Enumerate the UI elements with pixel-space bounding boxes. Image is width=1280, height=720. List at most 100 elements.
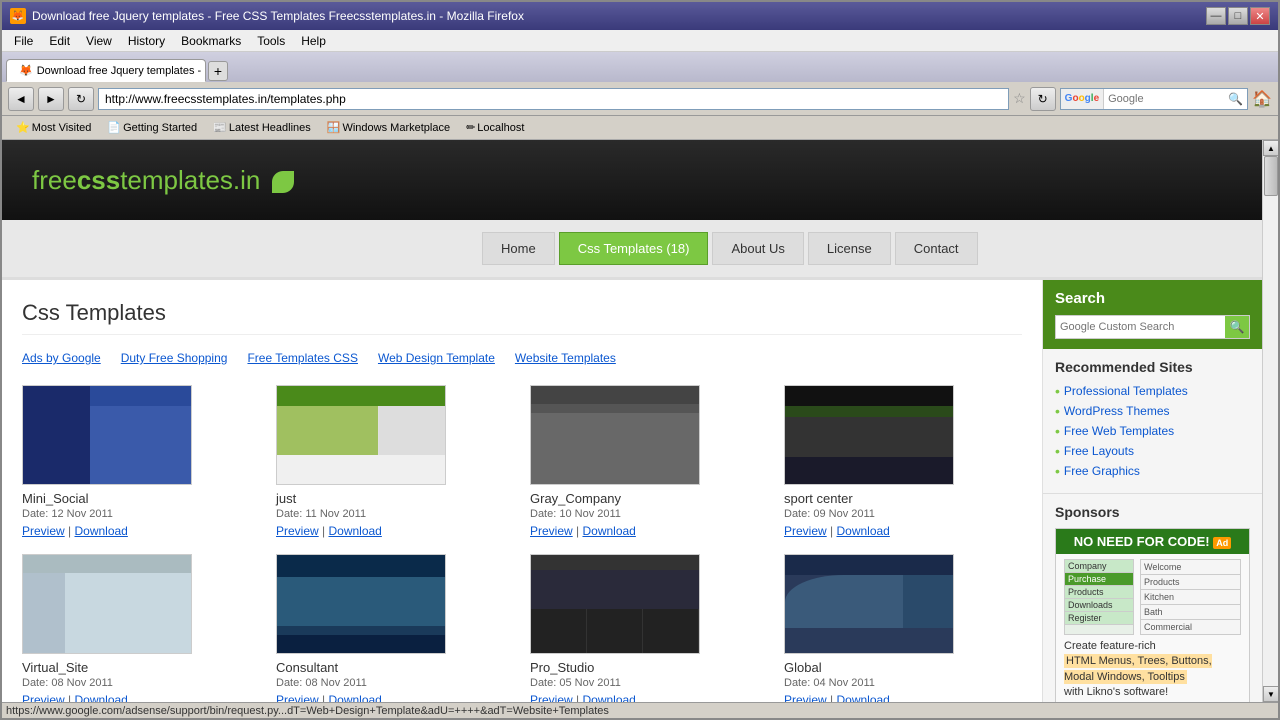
nav-contact[interactable]: Contact <box>895 232 978 265</box>
refresh-button[interactable]: ↻ <box>1030 87 1056 111</box>
download-link-pro-studio[interactable]: Download <box>582 693 635 702</box>
sponsor-menu-products[interactable]: Products <box>1065 586 1133 599</box>
link-professional-templates[interactable]: Professional Templates <box>1064 384 1188 398</box>
sidebar-search-button[interactable]: 🔍 <box>1225 316 1249 338</box>
recommended-sites-list: Professional Templates WordPress Themes … <box>1055 383 1250 479</box>
scrollbar-down-button[interactable]: ▼ <box>1263 686 1279 702</box>
back-button[interactable]: ◄ <box>8 87 34 111</box>
sponsor-menu-purchase[interactable]: Purchase <box>1065 573 1133 586</box>
nav-about[interactable]: About Us <box>712 232 803 265</box>
logo-free: free <box>32 165 77 195</box>
bookmark-latest-headlines-label: Latest Headlines <box>229 122 311 134</box>
scrollbar-up-button[interactable]: ▲ <box>1263 140 1279 156</box>
sponsors-section: Sponsors NO NEED FOR CODE! Ad Company Pu… <box>1043 494 1262 702</box>
link-free-web-templates[interactable]: Free Web Templates <box>1064 424 1174 438</box>
download-link-mini-social[interactable]: Download <box>74 524 127 538</box>
bookmark-latest-headlines[interactable]: 📰 Latest Headlines <box>207 119 317 136</box>
download-link-consultant[interactable]: Download <box>328 693 381 702</box>
link-free-layouts[interactable]: Free Layouts <box>1064 444 1134 458</box>
menu-view[interactable]: View <box>78 32 120 50</box>
template-name-pro-studio: Pro_Studio <box>530 660 768 675</box>
home-button[interactable]: 🏠 <box>1252 89 1272 109</box>
template-date-consultant: Date: 08 Nov 2011 <box>276 677 514 689</box>
menu-history[interactable]: History <box>120 32 173 50</box>
template-date-just: Date: 11 Nov 2011 <box>276 508 514 520</box>
ad-link-free-templates[interactable]: Free Templates CSS <box>247 351 358 365</box>
sponsor-content: Company Purchase Products Downloads Regi… <box>1064 559 1241 635</box>
menu-bar: File Edit View History Bookmarks Tools H… <box>2 30 1278 52</box>
forward-button[interactable]: ► <box>38 87 64 111</box>
submenu-kitchen: Kitchen <box>1141 590 1240 605</box>
download-link-sport-center[interactable]: Download <box>836 524 889 538</box>
search-go-icon[interactable]: 🔍 <box>1224 92 1247 106</box>
bookmark-most-visited[interactable]: ⭐ Most Visited <box>10 119 97 136</box>
maximize-button[interactable]: □ <box>1228 7 1248 25</box>
nav-home[interactable]: Home <box>482 232 555 265</box>
template-links-consultant: Preview | Download <box>276 693 514 702</box>
scrollbar-thumb[interactable] <box>1264 156 1278 196</box>
template-thumb-pro-studio <box>530 554 700 654</box>
template-thumb-consultant <box>276 554 446 654</box>
preview-link-gray-company[interactable]: Preview <box>530 524 573 538</box>
search-engine-badge: Google <box>1061 89 1104 109</box>
sponsor-menu-register[interactable]: Register <box>1065 612 1133 625</box>
sponsor-highlight-text: HTML Menus, Trees, Buttons,Modal Windows… <box>1064 654 1212 683</box>
new-tab-button[interactable]: + <box>208 61 228 81</box>
minimize-button[interactable]: — <box>1206 7 1226 25</box>
bookmark-windows-marketplace-label: Windows Marketplace <box>342 122 450 134</box>
preview-link-mini-social[interactable]: Preview <box>22 524 65 538</box>
sponsor-menu-company[interactable]: Company <box>1065 560 1133 573</box>
menu-bookmarks[interactable]: Bookmarks <box>173 32 249 50</box>
ad-link-web-design[interactable]: Web Design Template <box>378 351 495 365</box>
window-controls[interactable]: — □ ✕ <box>1206 7 1270 25</box>
preview-link-just[interactable]: Preview <box>276 524 319 538</box>
preview-link-pro-studio[interactable]: Preview <box>530 693 573 702</box>
preview-link-global[interactable]: Preview <box>784 693 827 702</box>
bookmark-star-icon[interactable]: ☆ <box>1013 90 1026 107</box>
preview-link-sport-center[interactable]: Preview <box>784 524 827 538</box>
bookmark-most-visited-label: Most Visited <box>32 122 92 134</box>
close-button[interactable]: ✕ <box>1250 7 1270 25</box>
logo-rest: templates.in <box>120 165 260 195</box>
search-input[interactable] <box>1104 91 1224 107</box>
firefox-icon: 🦊 <box>10 8 26 24</box>
download-link-global[interactable]: Download <box>836 693 889 702</box>
link-free-graphics[interactable]: Free Graphics <box>1064 464 1140 478</box>
bookmark-localhost[interactable]: ✏ Localhost <box>460 119 530 136</box>
ad-link-website-templates[interactable]: Website Templates <box>515 351 616 365</box>
template-item-consultant: Consultant Date: 08 Nov 2011 Preview | D… <box>276 554 514 702</box>
menu-tools[interactable]: Tools <box>249 32 293 50</box>
preview-link-consultant[interactable]: Preview <box>276 693 319 702</box>
sidebar-search-input-wrapper: 🔍 <box>1055 315 1250 339</box>
nav-css-templates[interactable]: Css Templates (18) <box>559 232 709 265</box>
nav-license[interactable]: License <box>808 232 891 265</box>
template-date-gray-company: Date: 10 Nov 2011 <box>530 508 768 520</box>
tab-0[interactable]: 🦊 Download free Jquery templates - Free … <box>6 59 206 82</box>
windows-marketplace-icon: 🪟 <box>327 121 341 134</box>
reload-button[interactable]: ↻ <box>68 87 94 111</box>
tab-bar: 🦊 Download free Jquery templates - Free … <box>2 52 1278 82</box>
link-wordpress-themes[interactable]: WordPress Themes <box>1064 404 1170 418</box>
main-layout: Css Templates Ads by Google Duty Free Sh… <box>2 280 1262 702</box>
bookmark-windows-marketplace[interactable]: 🪟 Windows Marketplace <box>321 119 456 136</box>
template-name-just: just <box>276 491 514 506</box>
ad-link-ads-by-google[interactable]: Ads by Google <box>22 351 101 365</box>
download-link-just[interactable]: Download <box>328 524 381 538</box>
preview-link-virtual-site[interactable]: Preview <box>22 693 65 702</box>
download-link-virtual-site[interactable]: Download <box>74 693 127 702</box>
menu-help[interactable]: Help <box>293 32 334 50</box>
sponsors-title: Sponsors <box>1055 504 1250 520</box>
scrollbar[interactable]: ▲ ▼ <box>1262 140 1278 702</box>
address-input[interactable] <box>98 88 1009 110</box>
template-thumb-gray-company <box>530 385 700 485</box>
ad-link-duty-free[interactable]: Duty Free Shopping <box>121 351 228 365</box>
bookmark-getting-started[interactable]: 📄 Getting Started <box>101 119 203 136</box>
template-links-virtual-site: Preview | Download <box>22 693 260 702</box>
sponsor-menu-downloads[interactable]: Downloads <box>1065 599 1133 612</box>
download-link-gray-company[interactable]: Download <box>582 524 635 538</box>
menu-edit[interactable]: Edit <box>41 32 78 50</box>
submenu-commercial: Commercial <box>1141 620 1240 634</box>
menu-file[interactable]: File <box>6 32 41 50</box>
sidebar-search-input[interactable] <box>1056 316 1225 338</box>
sidebar-search: Search 🔍 <box>1043 280 1262 349</box>
